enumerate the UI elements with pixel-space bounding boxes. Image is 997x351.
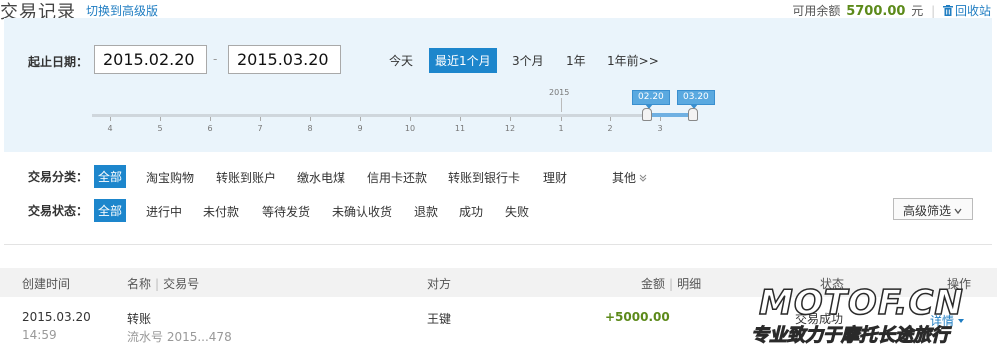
row-serial: 流水号 2015...478 — [127, 330, 232, 344]
status-unpaid[interactable]: 未付款 — [203, 203, 239, 220]
category-label: 交易分类： — [28, 170, 89, 184]
slider-end-flag: 03.20 — [677, 90, 715, 109]
end-date-input[interactable]: 2015.03.20 — [228, 45, 341, 74]
status-all[interactable]: 全部 — [94, 199, 127, 222]
slider-tick-label: 5 — [157, 124, 163, 133]
status-awaiting-shipment[interactable]: 等待发货 — [262, 203, 310, 220]
slider-start-flag: 02.20 — [632, 90, 670, 109]
quick-range-3-months[interactable]: 3个月 — [512, 52, 544, 69]
slider-tick — [660, 117, 661, 121]
slider-tick — [110, 117, 111, 121]
section-divider — [4, 244, 992, 245]
header-counterparty: 对方 — [427, 277, 452, 291]
start-date-input[interactable]: 2015.02.20 — [94, 45, 207, 74]
slider-tick-label: 8 — [307, 124, 313, 133]
category-credit-card[interactable]: 信用卡还款 — [367, 169, 427, 186]
slider-tick-label: 12 — [504, 124, 516, 133]
slider-tick-label: 6 — [207, 124, 213, 133]
date-range-label: 起止日期： — [28, 55, 89, 69]
category-more[interactable]: 其他 — [612, 169, 647, 186]
category-utilities[interactable]: 缴水电煤 — [297, 169, 345, 186]
slider-tick — [310, 117, 311, 121]
status-refund[interactable]: 退款 — [414, 203, 438, 220]
status-label: 交易状态： — [28, 204, 89, 218]
category-transfer-bank[interactable]: 转账到银行卡 — [448, 169, 520, 186]
header-amount-detail: 金额 | 明细 — [641, 275, 701, 292]
slider-tick-label: 9 — [357, 124, 363, 133]
slider-tick-label: 4 — [107, 124, 113, 133]
row-counterparty: 王键 — [427, 312, 452, 326]
chevron-down-icon — [639, 174, 647, 182]
header-detail: 明细 — [677, 277, 702, 291]
quick-range-1-month[interactable]: 最近1个月 — [429, 48, 497, 73]
balance-divider: | — [931, 4, 936, 18]
slider-year-marker — [561, 98, 562, 112]
slider-tick — [160, 117, 161, 121]
slider-tick-label: 1 — [558, 124, 564, 133]
slider-tick-label: 3 — [657, 124, 663, 133]
row-date: 2015.03.20 — [22, 310, 91, 324]
slider-tick-label: 7 — [257, 124, 263, 133]
chevron-down-icon — [954, 208, 962, 215]
slider-tick — [360, 117, 361, 121]
slider-tick — [610, 117, 611, 121]
row-name: 转账 — [127, 312, 152, 326]
slider-tick-label: 11 — [454, 124, 466, 133]
recycle-bin-link[interactable]: 回收站 — [942, 4, 991, 18]
header-separator: | — [155, 277, 160, 291]
recycle-bin-label: 回收站 — [954, 4, 991, 18]
quick-range-older[interactable]: 1年前>> — [607, 52, 659, 69]
balance-amount: 5700.00 — [846, 4, 906, 19]
advanced-filter-button[interactable]: 高级筛选 — [893, 198, 973, 220]
quick-range-1-year[interactable]: 1年 — [566, 52, 586, 69]
balance-label: 可用余额 — [792, 4, 841, 18]
header-created-time: 创建时间 — [22, 277, 71, 291]
slider-start-handle[interactable] — [642, 108, 652, 121]
balance-unit: 元 — [911, 4, 924, 18]
switch-advanced-link[interactable]: 切换到高级版 — [86, 2, 158, 19]
slider-tick — [460, 117, 461, 121]
header-amount: 金额 — [641, 277, 666, 291]
slider-tick-label: 2 — [607, 124, 613, 133]
category-taobao[interactable]: 淘宝购物 — [146, 169, 194, 186]
trash-icon — [942, 5, 953, 16]
status-success[interactable]: 成功 — [459, 203, 483, 220]
slider-tick-label: 10 — [404, 124, 416, 133]
category-transfer-account[interactable]: 转账到账户 — [216, 169, 276, 186]
category-all[interactable]: 全部 — [94, 165, 127, 188]
category-more-label: 其他 — [612, 171, 637, 185]
status-in-progress[interactable]: 进行中 — [146, 203, 182, 220]
watermark-main-text: MOTOF.CN — [758, 282, 964, 324]
balance-area: 可用余额 5700.00 元 | 回收站 — [792, 2, 991, 19]
row-amount: +5000.00 — [605, 310, 670, 324]
timeline-slider-track[interactable] — [92, 114, 692, 117]
slider-year-label: 2015 — [549, 88, 570, 97]
timeline-selected-range — [646, 113, 692, 117]
status-failed[interactable]: 失败 — [505, 203, 529, 220]
advanced-filter-label: 高级筛选 — [903, 204, 952, 218]
status-unconfirmed-receipt[interactable]: 未确认收货 — [332, 203, 392, 220]
date-separator: - — [213, 52, 218, 66]
header-tx-no: 交易号 — [163, 277, 200, 291]
quick-range-today[interactable]: 今天 — [389, 52, 413, 69]
slider-tick — [410, 117, 411, 121]
header-separator: | — [669, 277, 674, 291]
filter-panel: 起止日期： 2015.02.20 - 2015.03.20 今天 最近1个月 3… — [4, 18, 992, 152]
watermark-sub-text: 专业致力于摩托长途旅行 — [751, 325, 950, 347]
header-name-txno: 名称 | 交易号 — [127, 275, 199, 292]
slider-end-handle[interactable] — [688, 108, 698, 121]
slider-tick — [210, 117, 211, 121]
row-time: 14:59 — [22, 328, 57, 342]
header-name: 名称 — [127, 277, 152, 291]
slider-tick — [510, 117, 511, 121]
slider-tick — [561, 117, 562, 121]
category-finance[interactable]: 理财 — [543, 169, 567, 186]
slider-tick — [260, 117, 261, 121]
site-watermark: MOTOF.CN 专业致力于摩托长途旅行 — [745, 282, 997, 351]
